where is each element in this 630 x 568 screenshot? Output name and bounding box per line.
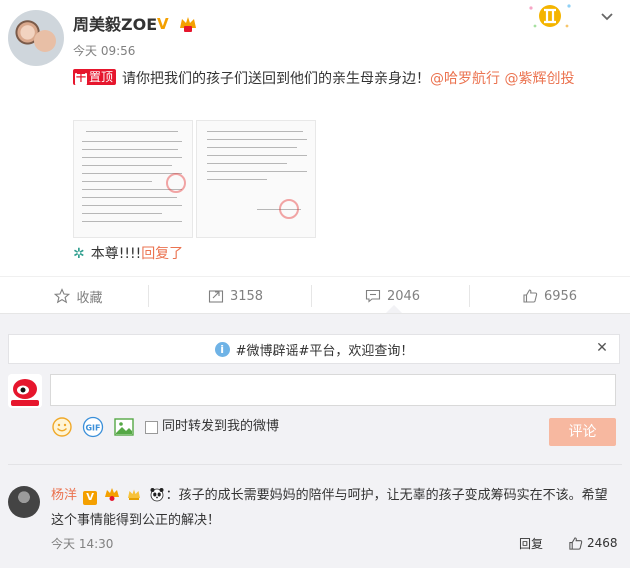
v-verified-icon[interactable]: V (157, 16, 173, 32)
comment-icon (365, 289, 381, 303)
sync-repost-label[interactable]: 同时转发到我的微博 (162, 419, 279, 435)
submit-comment-button[interactable]: 评论 (549, 418, 616, 446)
info-icon: i (214, 341, 230, 357)
comment-like-button[interactable]: 2468 (568, 534, 618, 552)
emoji-icon[interactable] (51, 416, 73, 438)
vip-crown-icon[interactable] (178, 14, 198, 34)
post-image-document-2[interactable] (196, 120, 316, 238)
like-icon (569, 536, 583, 550)
repost-button[interactable]: 3158 (157, 277, 314, 315)
pin-icon: 干 (75, 73, 87, 85)
image-icon[interactable] (113, 416, 135, 438)
crown-badge-icon (128, 489, 141, 500)
rumor-notice-bar[interactable]: i #微博辟谣#平台，欢迎查询！ (8, 334, 620, 364)
weibo-post: 周美毅ZOE V 今天 09:56 干置顶 请你把我们的孩子们送回到他们的亲生母亲… (0, 0, 630, 275)
panda-emoji-icon (150, 488, 164, 502)
like-button[interactable]: 6956 (471, 277, 628, 315)
post-action-bar: 收藏 3158 2046 6956 (0, 276, 630, 314)
author-name[interactable]: 周美毅ZOE (73, 15, 157, 35)
comments-divider (8, 464, 622, 465)
close-icon[interactable]: ✕ (594, 340, 610, 356)
reply-link[interactable]: 回复了 (141, 246, 183, 262)
commenter-avatar[interactable] (8, 486, 40, 518)
star-icon (54, 288, 71, 304)
comment-input[interactable] (50, 374, 616, 406)
comment-timestamp: 今天 14:30 (51, 537, 114, 551)
snowflake-icon: ✲ (73, 246, 85, 262)
author-avatar[interactable] (8, 10, 64, 66)
post-timestamp[interactable]: 今天 09:56 (73, 43, 135, 59)
gif-icon[interactable]: GIF (82, 416, 104, 438)
pinned-badge: 干置顶 (73, 69, 117, 85)
sync-repost-checkbox[interactable] (145, 421, 158, 434)
mention-link[interactable]: @哈罗航行 (430, 71, 500, 87)
comment-reply-button[interactable]: 回复 (519, 536, 543, 552)
repost-note: ✲ 本尊!!!!回复了 (73, 246, 184, 262)
like-icon (523, 289, 538, 303)
favorite-button[interactable]: 收藏 (0, 277, 157, 315)
comment-tab-pointer (386, 305, 402, 313)
post-text: 请你把我们的孩子们送回到他们的亲生母亲身边！ (122, 71, 431, 87)
comments-panel: i #微博辟谣#平台，欢迎查询！ ✕ GIF 同时转发到我的微博 评论 杨洋 V… (0, 314, 630, 568)
vip-crown-icon (105, 488, 120, 501)
post-image-document-1[interactable] (73, 120, 193, 238)
action-divider (311, 285, 312, 307)
comment-body: 杨洋 V ：孩子的成长需要妈妈的陪伴与呵护，让无辜的孩子变成筹码实在不该。希望这… (51, 483, 617, 533)
commenter-name[interactable]: 杨洋 (51, 488, 77, 503)
action-divider (148, 285, 149, 307)
repost-icon (208, 290, 224, 303)
chevron-down-icon[interactable] (599, 8, 615, 24)
svg-text:GIF: GIF (85, 424, 100, 433)
action-divider (469, 285, 470, 307)
mention-link[interactable]: @紫辉创投 (504, 71, 574, 87)
post-body: 干置顶 请你把我们的孩子们送回到他们的亲生母亲身边！@哈罗航行 @紫辉创投 (73, 66, 613, 92)
current-user-avatar[interactable] (8, 374, 42, 408)
gemini-zodiac-icon[interactable] (525, 0, 575, 32)
v-verified-icon: V (83, 491, 98, 505)
